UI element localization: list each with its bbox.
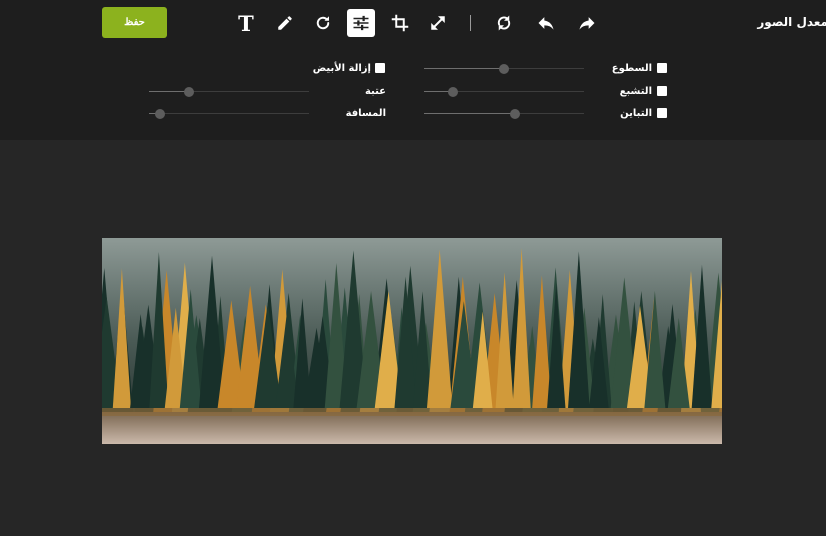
draw-tool-button[interactable] <box>271 9 299 37</box>
reset-button[interactable] <box>490 9 518 37</box>
slider-thumb[interactable] <box>184 87 194 97</box>
redo-icon <box>579 17 595 30</box>
slider-thumb[interactable] <box>155 109 166 119</box>
adjust-tool-button[interactable] <box>347 9 375 37</box>
text-tool-button[interactable]: T <box>232 9 260 37</box>
resize-tool-button[interactable] <box>424 9 452 37</box>
contrast-checkbox[interactable] <box>657 108 667 118</box>
undo-icon <box>538 17 554 30</box>
reset-icon <box>497 15 511 31</box>
undo-button[interactable] <box>532 9 560 37</box>
slider-thumb[interactable] <box>499 64 509 74</box>
top-toolbar: معدل الصور حفظ T السطوع إزالة الأبيض الت… <box>0 0 826 140</box>
redo-button[interactable] <box>573 9 601 37</box>
slider-thumb[interactable] <box>447 87 458 97</box>
pencil-icon <box>278 16 292 30</box>
saturation-checkbox[interactable] <box>657 86 667 96</box>
slider-fill <box>424 113 516 114</box>
contrast-label: التباين <box>620 108 652 119</box>
saturation-label: التشبع <box>619 86 652 97</box>
remove-white-label: إزالة الأبيض <box>312 63 371 74</box>
text-icon: T <box>238 10 254 36</box>
crop-tool-button[interactable] <box>386 9 414 37</box>
brightness-label: السطوع <box>611 63 652 74</box>
distance-label: المسافة <box>345 108 386 119</box>
slider-track <box>149 113 309 114</box>
distance-slider[interactable] <box>149 109 309 119</box>
remove-white-checkbox[interactable] <box>375 63 385 73</box>
resize-icon <box>431 16 445 30</box>
crop-icon <box>391 14 409 32</box>
slider-fill <box>149 91 189 92</box>
forest-photo <box>102 238 722 444</box>
editor-canvas-image[interactable] <box>102 238 722 444</box>
saturation-slider[interactable] <box>424 87 584 97</box>
slider-fill <box>424 68 504 69</box>
adjust-sliders-icon <box>353 15 369 31</box>
app-title: معدل الصور <box>757 15 826 29</box>
rotate-icon <box>316 16 330 30</box>
threshold-slider[interactable] <box>149 87 309 97</box>
save-button[interactable]: حفظ <box>102 7 167 38</box>
contrast-slider[interactable] <box>424 109 584 119</box>
slider-thumb[interactable] <box>510 109 521 119</box>
threshold-label: عتبة <box>364 86 386 97</box>
brightness-checkbox[interactable] <box>657 63 667 73</box>
toolbar-divider <box>470 15 471 31</box>
brightness-slider[interactable] <box>424 64 584 74</box>
rotate-tool-button[interactable] <box>309 9 337 37</box>
